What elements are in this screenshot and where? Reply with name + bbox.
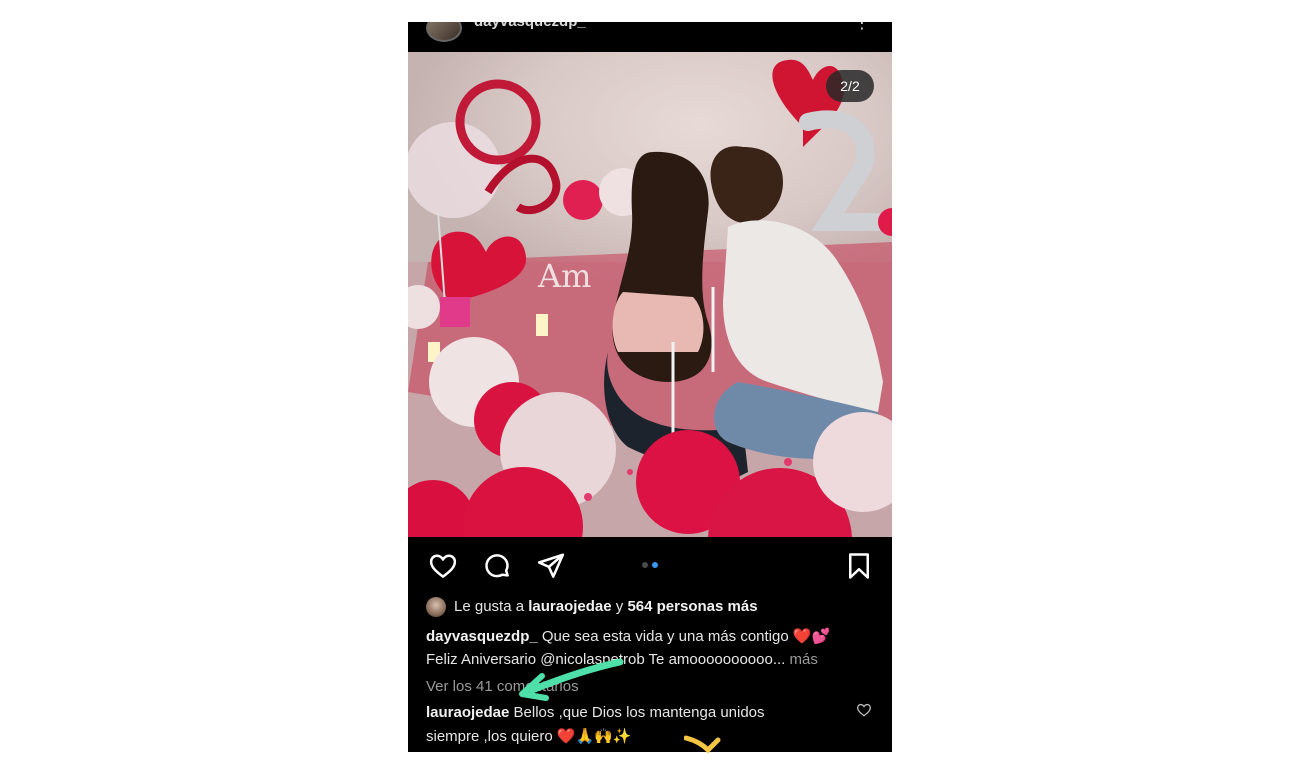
photo-illustration: Am <box>408 52 892 537</box>
image-counter-badge: 2/2 <box>826 70 874 102</box>
likes-conj: y <box>611 597 628 615</box>
likes-others[interactable]: 564 personas más <box>627 598 757 615</box>
caption-author[interactable]: dayvasquezdp_ <box>426 628 538 645</box>
likes-prefix: Le gusta a <box>454 597 529 615</box>
liker-avatar <box>426 597 446 617</box>
comment-text-2: siempre ,los quiero ❤️🙏🙌✨ <box>426 728 632 745</box>
heart-icon[interactable] <box>428 551 458 581</box>
comment-line-2: siempre ,los quiero ❤️🙏🙌✨ <box>426 727 632 745</box>
annotation-arrow-icon <box>519 658 624 701</box>
post-header: dayvasquezdp_ ⋮ <box>408 22 892 52</box>
comment-icon[interactable] <box>482 551 512 581</box>
carousel-dot-2-active <box>652 562 658 568</box>
likes-summary[interactable]: Le gusta a lauraojedae y 564 personas má… <box>426 597 758 619</box>
bookmark-icon[interactable] <box>844 551 874 581</box>
comment-author[interactable]: lauraojedae <box>426 704 509 721</box>
more-link[interactable]: más <box>785 651 817 668</box>
hand-pointer-icon <box>684 735 721 754</box>
instagram-post: dayvasquezdp_ ⋮ Am <box>408 22 892 752</box>
caption-line-1: dayvasquezdp_ Que sea esta vida y una má… <box>426 627 830 645</box>
post-photo[interactable]: Am 2/2 <box>408 52 892 537</box>
heart-icon[interactable] <box>856 702 872 718</box>
likes-user[interactable]: lauraojedae <box>528 598 611 615</box>
comment-text-1: Bellos ,que Dios los mantenga unidos <box>509 704 765 721</box>
caption-text-1: Que sea esta vida y una más contigo ❤️💕 <box>537 628 831 645</box>
action-bar <box>408 537 892 593</box>
author-avatar[interactable] <box>426 22 462 42</box>
send-icon[interactable] <box>536 551 566 581</box>
comment-line-1: lauraojedae Bellos ,que Dios los manteng… <box>426 704 765 721</box>
carousel-dot-1 <box>642 562 648 568</box>
more-icon[interactable]: ⋮ <box>854 22 870 32</box>
author-username[interactable]: dayvasquezdp_ <box>474 22 586 30</box>
svg-text:Am: Am <box>537 257 591 295</box>
carousel-indicator <box>640 561 660 569</box>
